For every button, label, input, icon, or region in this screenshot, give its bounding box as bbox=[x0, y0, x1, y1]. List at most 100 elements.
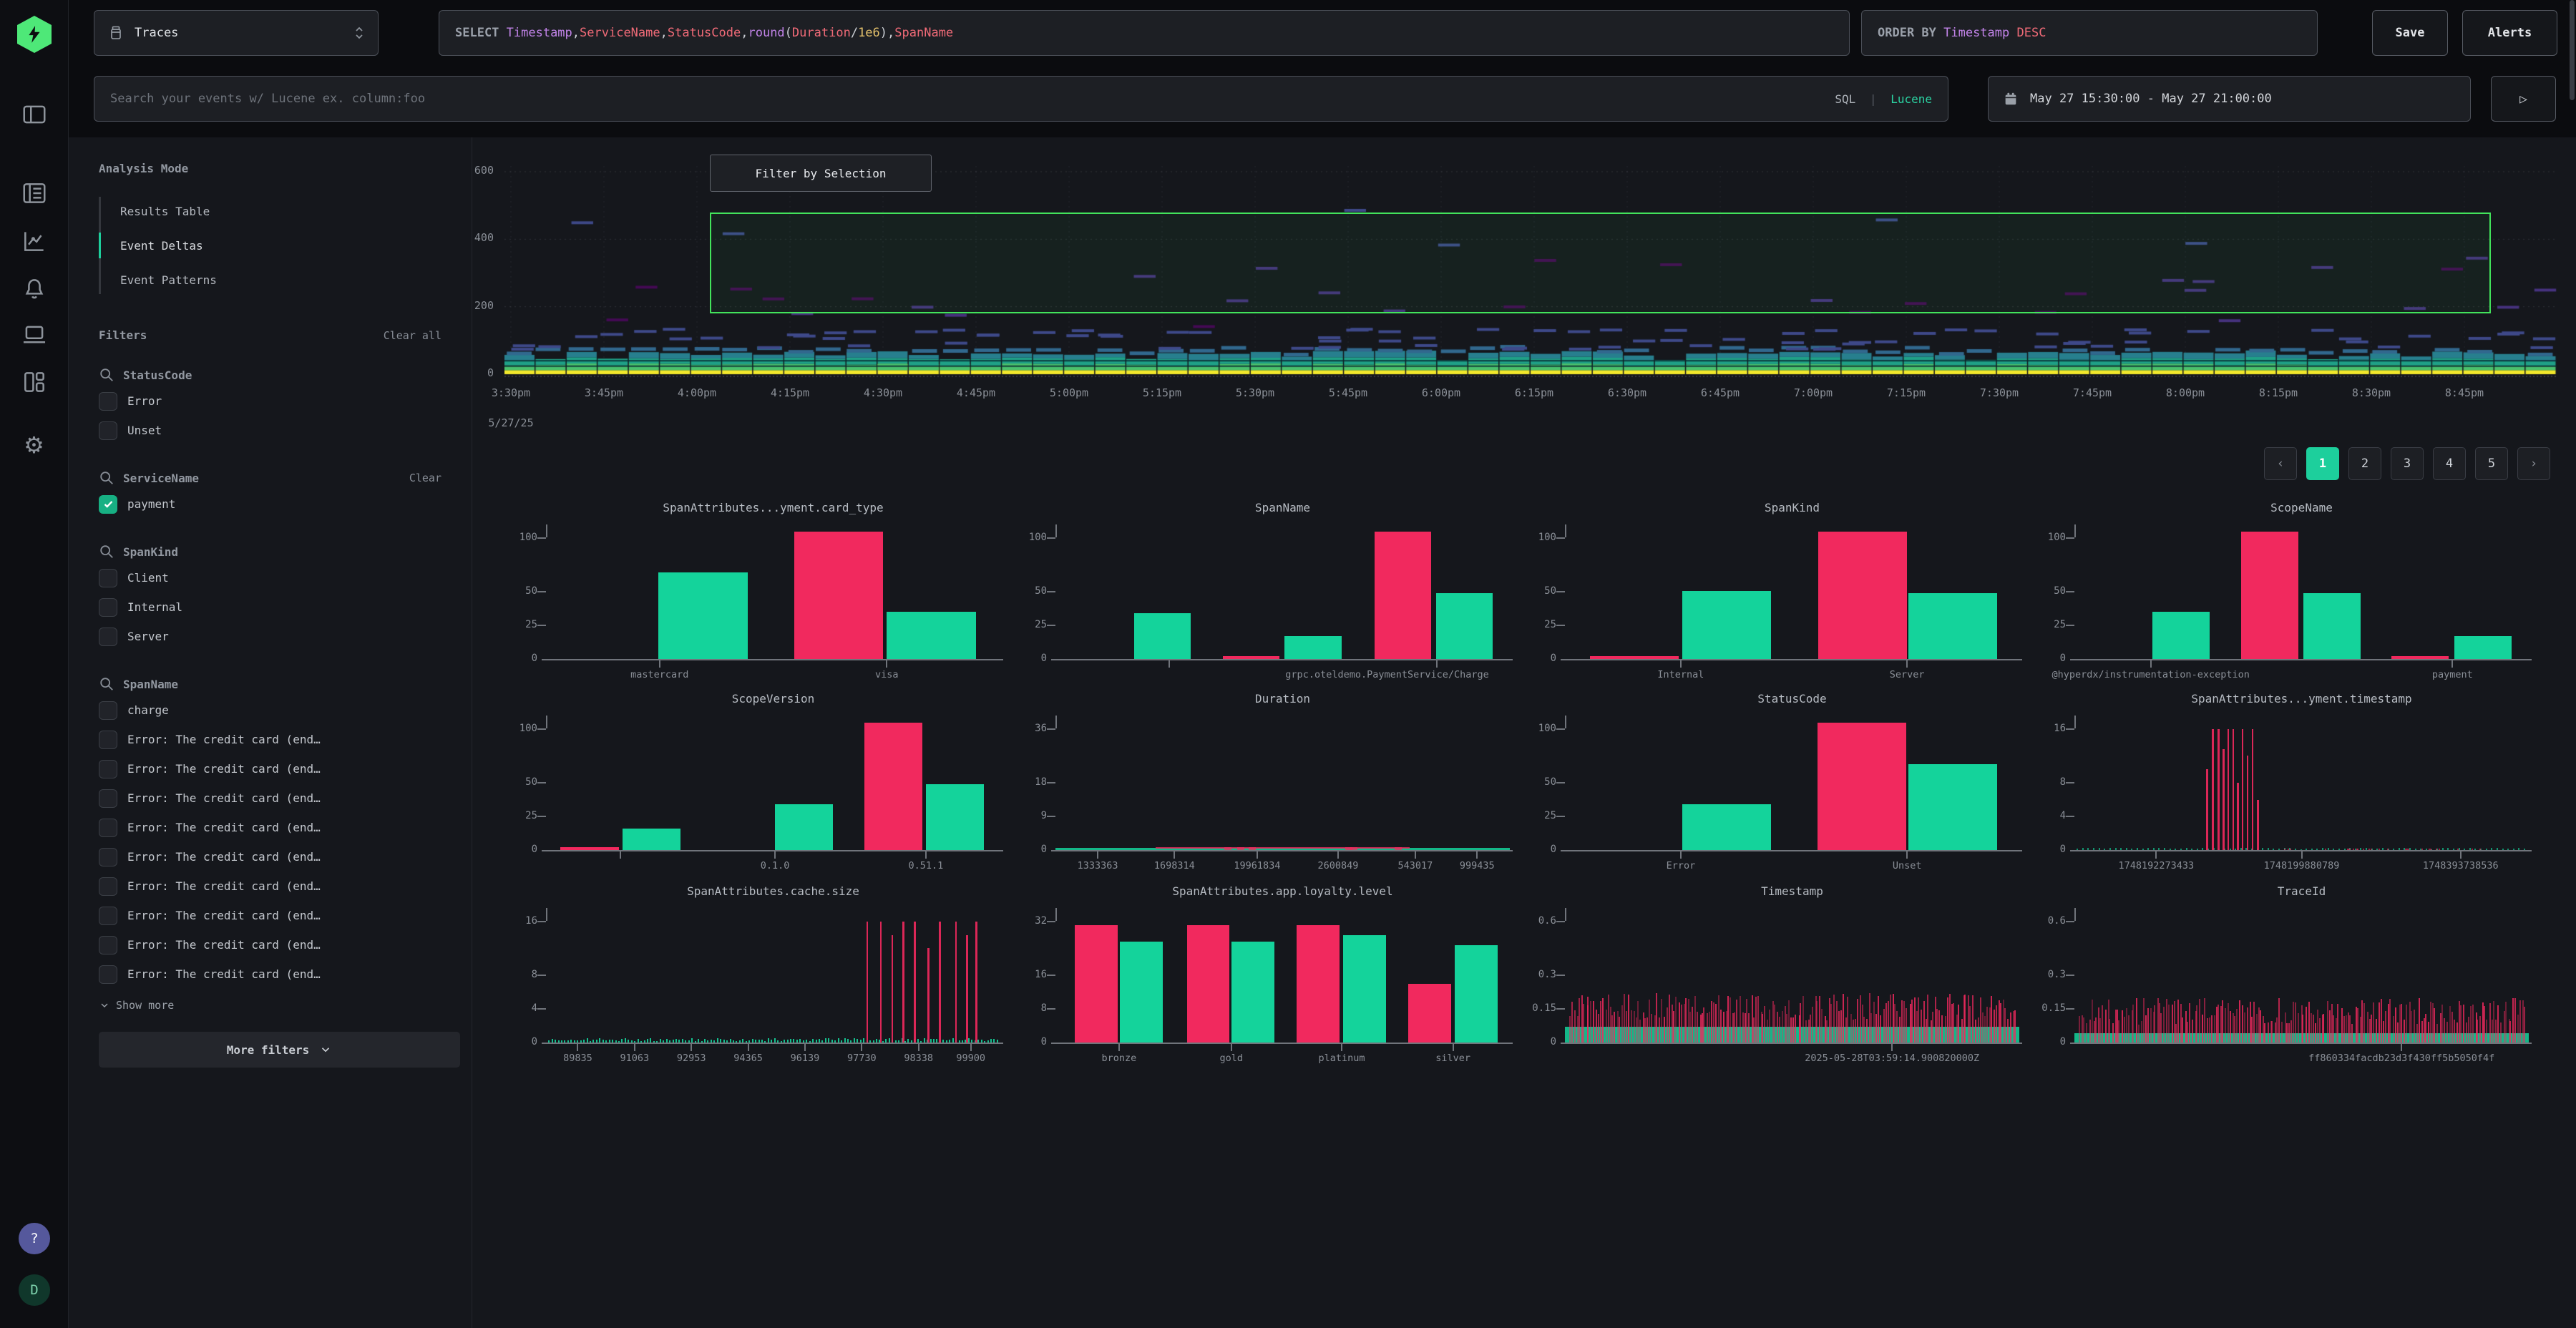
checkbox[interactable] bbox=[99, 701, 117, 720]
chart-dense-red-line bbox=[2495, 1020, 2497, 1043]
user-avatar[interactable]: D bbox=[19, 1274, 50, 1306]
chart-dense-red-line bbox=[2010, 1012, 2011, 1043]
facet-option[interactable]: Error: The credit card (end… bbox=[99, 842, 441, 872]
alerts-bell-icon[interactable] bbox=[19, 273, 50, 305]
chart-plot-area[interactable] bbox=[1055, 716, 1510, 850]
chart-plot-area[interactable] bbox=[1055, 524, 1510, 659]
checkbox[interactable] bbox=[99, 936, 117, 954]
checkbox[interactable] bbox=[99, 731, 117, 749]
analysis-mode-item[interactable]: Event Deltas bbox=[99, 228, 441, 263]
more-filters-button[interactable]: More filters bbox=[99, 1032, 460, 1068]
facet-option[interactable]: Error: The credit card (end… bbox=[99, 725, 441, 754]
facet-clear-button[interactable]: Clear bbox=[409, 472, 441, 484]
checkbox[interactable] bbox=[99, 760, 117, 778]
chart-dense-red-line bbox=[1574, 1010, 1576, 1043]
checkbox[interactable] bbox=[99, 877, 117, 896]
chart-plot-area[interactable] bbox=[1055, 908, 1510, 1043]
facet-option[interactable]: Internal bbox=[99, 592, 441, 622]
pagination-next[interactable]: › bbox=[2517, 447, 2550, 480]
chart-dense-red-line bbox=[2086, 1023, 2087, 1043]
pagination-prev[interactable]: ‹ bbox=[2264, 447, 2297, 480]
chart-rug-tick bbox=[838, 1038, 839, 1043]
chart-dense-red-line bbox=[2468, 1017, 2469, 1043]
chart-plot-area[interactable] bbox=[1565, 524, 2019, 659]
help-button[interactable]: ? bbox=[19, 1223, 50, 1254]
search-logs-icon[interactable] bbox=[19, 177, 50, 209]
facet-option[interactable]: Error bbox=[99, 386, 441, 416]
chart-dense-red-line bbox=[1734, 1012, 1735, 1043]
facet-option[interactable]: Client bbox=[99, 563, 441, 592]
facet-option[interactable]: Error: The credit card (end… bbox=[99, 960, 441, 989]
select-query-input[interactable]: SELECT Timestamp,ServiceName,StatusCode,… bbox=[439, 10, 1850, 56]
chart-dense-red-line bbox=[1659, 1017, 1660, 1043]
checkbox[interactable] bbox=[99, 628, 117, 646]
panel-toggle-icon[interactable] bbox=[19, 99, 50, 130]
show-more-button[interactable]: Show more bbox=[99, 999, 441, 1012]
chart-explorer-icon[interactable] bbox=[19, 225, 50, 257]
chart-plot-area[interactable] bbox=[2074, 908, 2529, 1043]
facet-option[interactable]: Error: The credit card (end… bbox=[99, 930, 441, 960]
pagination-page[interactable]: 5 bbox=[2475, 447, 2508, 480]
chart-plot-area[interactable] bbox=[546, 524, 1000, 659]
clear-all-button[interactable]: Clear all bbox=[384, 329, 441, 342]
chart-plot-area[interactable] bbox=[546, 908, 1000, 1043]
dashboards-icon[interactable] bbox=[19, 366, 50, 398]
pagination-page[interactable]: 3 bbox=[2391, 447, 2424, 480]
hyperdx-logo-icon[interactable] bbox=[17, 16, 52, 53]
facet-option[interactable]: Error: The credit card (end… bbox=[99, 754, 441, 783]
facet-option[interactable]: Unset bbox=[99, 416, 441, 445]
chart-rug-tick bbox=[968, 1038, 970, 1043]
facet-option[interactable]: charge bbox=[99, 695, 441, 725]
alerts-button[interactable]: Alerts bbox=[2462, 10, 2557, 56]
chart-dense-red-line bbox=[2172, 1005, 2173, 1043]
source-select[interactable]: Traces bbox=[94, 10, 379, 56]
facet-option[interactable]: Error: The credit card (end… bbox=[99, 872, 441, 901]
heatmap-selection-box[interactable] bbox=[710, 213, 2491, 314]
checkbox[interactable] bbox=[99, 421, 117, 440]
checkbox[interactable] bbox=[99, 598, 117, 617]
checkbox[interactable] bbox=[99, 392, 117, 411]
run-query-button[interactable]: ▷ bbox=[2491, 76, 2556, 122]
chart-plot-area[interactable] bbox=[2074, 716, 2529, 850]
checkbox-checked[interactable] bbox=[99, 495, 117, 514]
chart-dense-red-line bbox=[1649, 1000, 1650, 1043]
lang-sql[interactable]: SQL bbox=[1835, 92, 1855, 106]
chart-bar-pink bbox=[1375, 532, 1431, 659]
facet-option[interactable]: Error: The credit card (end… bbox=[99, 813, 441, 842]
lang-lucene[interactable]: Lucene bbox=[1890, 92, 1932, 106]
chart-dense-red-line bbox=[1961, 1019, 1963, 1043]
chart-x-axis bbox=[1561, 659, 2022, 660]
facet-option[interactable]: Server bbox=[99, 622, 441, 651]
chart-plot-area[interactable] bbox=[2074, 524, 2529, 659]
checkbox[interactable] bbox=[99, 907, 117, 925]
analysis-mode-item[interactable]: Results Table bbox=[99, 194, 441, 228]
language-toggle[interactable]: SQL | Lucene bbox=[1835, 92, 1932, 106]
filter-by-selection-tooltip[interactable]: Filter by Selection bbox=[710, 155, 932, 192]
sessions-laptop-icon[interactable] bbox=[19, 319, 50, 351]
checkbox[interactable] bbox=[99, 819, 117, 837]
chart-dense-red-line bbox=[1996, 1005, 1997, 1043]
order-by-input[interactable]: ORDER BY Timestamp DESC bbox=[1861, 10, 2318, 56]
search-input[interactable]: Search your events w/ Lucene ex. column:… bbox=[94, 76, 1948, 122]
chart-bar-green bbox=[1455, 945, 1498, 1043]
facet-option[interactable]: Error: The credit card (end… bbox=[99, 901, 441, 930]
facet-option[interactable]: Error: The credit card (end… bbox=[99, 783, 441, 813]
chart-plot-area[interactable] bbox=[1565, 908, 2019, 1043]
pagination-page[interactable]: 2 bbox=[2348, 447, 2381, 480]
chart-rug-tick bbox=[885, 1039, 887, 1043]
pagination-page[interactable]: 1 bbox=[2306, 447, 2339, 480]
scrollbar-thumb[interactable] bbox=[2570, 0, 2575, 100]
checkbox[interactable] bbox=[99, 848, 117, 866]
settings-gear-icon[interactable]: ⚙ bbox=[19, 429, 50, 461]
chart-plot-area[interactable] bbox=[546, 716, 1000, 850]
chart-dense-red-line bbox=[2199, 999, 2200, 1043]
analysis-mode-item[interactable]: Event Patterns bbox=[99, 263, 441, 297]
checkbox[interactable] bbox=[99, 569, 117, 587]
facet-option[interactable]: payment bbox=[99, 489, 441, 519]
chart-plot-area[interactable] bbox=[1565, 716, 2019, 850]
date-range-picker[interactable]: May 27 15:30:00 - May 27 21:00:00 bbox=[1988, 76, 2471, 122]
checkbox[interactable] bbox=[99, 965, 117, 984]
save-button[interactable]: Save bbox=[2372, 10, 2448, 56]
checkbox[interactable] bbox=[99, 789, 117, 808]
pagination-page[interactable]: 4 bbox=[2433, 447, 2466, 480]
